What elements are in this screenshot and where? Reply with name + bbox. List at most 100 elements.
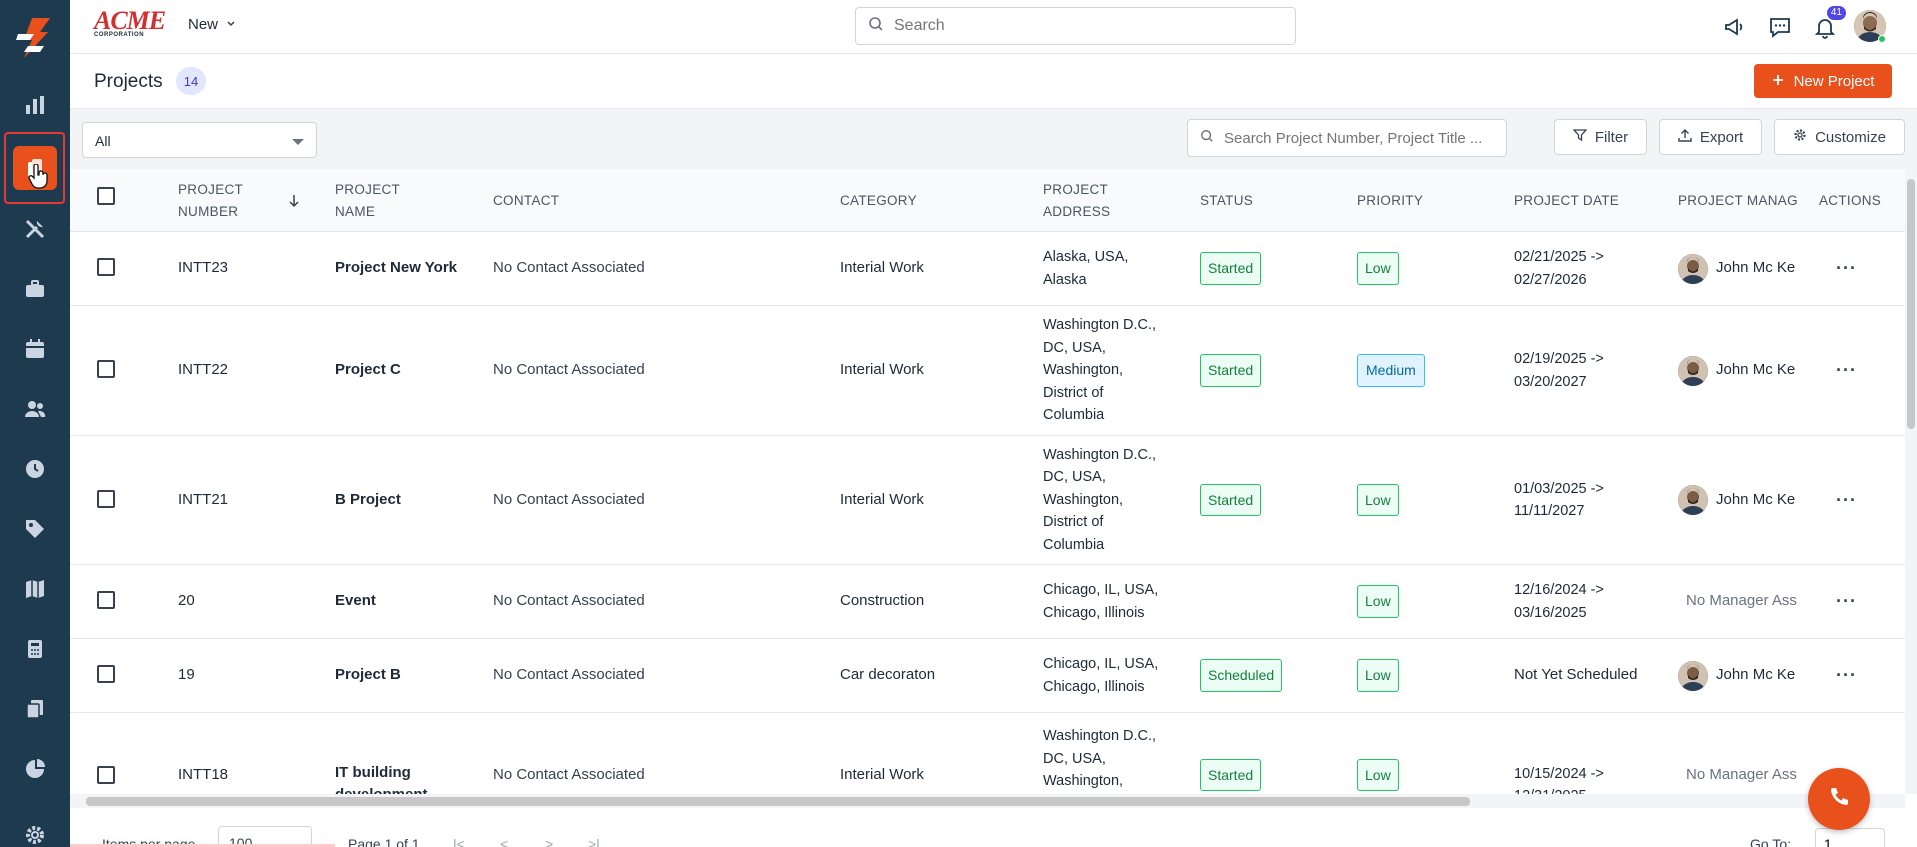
nav-dashboard-icon[interactable] bbox=[10, 80, 60, 130]
nav-settings-icon[interactable] bbox=[10, 810, 60, 847]
row-checkbox[interactable] bbox=[97, 490, 115, 508]
nav-clock-icon[interactable] bbox=[10, 444, 60, 494]
brand-logo[interactable]: ACME CORPORATION bbox=[94, 8, 166, 40]
new-project-label: New Project bbox=[1793, 72, 1875, 90]
chat-icon[interactable] bbox=[1767, 14, 1793, 40]
project-date: 02/19/2025 -> 03/20/2027 bbox=[1514, 306, 1604, 435]
col-project-date[interactable]: PROJECT DATE bbox=[1514, 169, 1619, 232]
more-actions-icon[interactable]: ··· bbox=[1836, 565, 1857, 638]
customize-button[interactable]: Customize bbox=[1774, 119, 1905, 155]
more-actions-icon[interactable]: ··· bbox=[1836, 436, 1857, 564]
col-priority[interactable]: PRIORITY bbox=[1357, 169, 1423, 232]
address-line: District of bbox=[1043, 384, 1104, 401]
filter-button[interactable]: Filter bbox=[1554, 119, 1647, 155]
prev-page-icon[interactable]: < bbox=[500, 836, 508, 847]
new-project-button[interactable]: New Project bbox=[1754, 64, 1892, 98]
select-all-checkbox[interactable] bbox=[97, 187, 115, 205]
vertical-scroll-thumb[interactable] bbox=[1907, 179, 1915, 429]
col-label: CATEGORY bbox=[840, 192, 917, 208]
table-row[interactable]: 20 Event No Contact Associated Construct… bbox=[70, 565, 1905, 639]
nav-calculator-icon[interactable] bbox=[10, 624, 60, 674]
nav-tools-icon[interactable] bbox=[10, 204, 60, 254]
nav-users-icon[interactable] bbox=[10, 384, 60, 434]
row-checkbox[interactable] bbox=[97, 591, 115, 609]
project-name[interactable]: Event bbox=[335, 565, 376, 638]
filter-icon bbox=[1572, 128, 1588, 146]
nav-tag-icon[interactable] bbox=[10, 504, 60, 554]
project-search[interactable] bbox=[1187, 119, 1507, 157]
search-icon bbox=[868, 16, 884, 37]
row-checkbox[interactable] bbox=[97, 258, 115, 276]
horizontal-scroll-thumb[interactable] bbox=[86, 797, 1470, 806]
nav-briefcase-icon[interactable] bbox=[10, 264, 60, 314]
col-status[interactable]: STATUS bbox=[1200, 169, 1253, 232]
export-button[interactable]: Export bbox=[1659, 119, 1762, 155]
project-address: Washington D.C., DC, USA, Washington, bbox=[1043, 713, 1156, 794]
next-page-icon[interactable]: > bbox=[545, 836, 553, 847]
chevron-down-icon bbox=[226, 16, 236, 33]
more-actions-icon[interactable]: ··· bbox=[1836, 306, 1857, 435]
table-row[interactable]: 19 Project B No Contact Associated Car d… bbox=[70, 639, 1905, 713]
new-menu-button[interactable]: New bbox=[188, 16, 236, 33]
col-category[interactable]: CATEGORY bbox=[840, 169, 917, 232]
project-number: INTT18 bbox=[178, 765, 229, 783]
table-header: PROJECT NUMBER PROJECT NAME CONTACT CATEGO… bbox=[70, 169, 1905, 232]
col-project-address[interactable]: PROJECT ADDRESS bbox=[1043, 169, 1110, 232]
col-label: PROJECT MANAG bbox=[1678, 192, 1798, 208]
table-row[interactable]: INTT21 B Project No Contact Associated I… bbox=[70, 436, 1905, 565]
project-name[interactable]: B Project bbox=[335, 436, 401, 564]
global-search[interactable] bbox=[855, 7, 1296, 45]
row-checkbox[interactable] bbox=[97, 665, 115, 683]
col-project-manager[interactable]: PROJECT MANAG bbox=[1678, 169, 1798, 232]
nav-documents-icon[interactable] bbox=[10, 684, 60, 734]
col-label: ACTIONS bbox=[1819, 192, 1882, 208]
project-name[interactable]: Project C bbox=[335, 306, 401, 435]
manager-name: No Manager Ass bbox=[1686, 592, 1797, 610]
col-contact[interactable]: CONTACT bbox=[493, 169, 559, 232]
contact: No Contact Associated bbox=[493, 361, 645, 379]
brand-name: ACME bbox=[94, 6, 166, 35]
address-line: Washington D.C., bbox=[1043, 317, 1157, 334]
contact: No Contact Associated bbox=[493, 259, 645, 277]
app-logo-icon[interactable] bbox=[10, 14, 58, 62]
manager-avatar bbox=[1678, 485, 1708, 515]
bell-icon[interactable]: 41 bbox=[1812, 6, 1846, 40]
customize-label: Customize bbox=[1815, 128, 1886, 146]
phone-call-button[interactable] bbox=[1808, 768, 1870, 830]
goto-page-input[interactable] bbox=[1815, 828, 1885, 847]
global-search-input[interactable] bbox=[894, 17, 1274, 35]
category: Interial Work bbox=[840, 361, 924, 379]
table-row[interactable]: INTT22 Project C No Contact Associated I… bbox=[70, 306, 1905, 436]
last-page-icon[interactable]: >| bbox=[588, 836, 600, 847]
col-project-name[interactable]: PROJECT NAME bbox=[335, 169, 400, 232]
table-row[interactable]: INTT18 IT building development No Contact… bbox=[70, 713, 1905, 794]
row-checkbox[interactable] bbox=[97, 360, 115, 378]
project-name[interactable]: IT building development bbox=[335, 713, 428, 795]
horizontal-scrollbar[interactable] bbox=[70, 794, 1905, 808]
project-name[interactable]: Project New York bbox=[335, 232, 457, 305]
priority-cell: Medium bbox=[1357, 306, 1425, 435]
more-actions-icon[interactable]: ··· bbox=[1836, 232, 1857, 305]
vertical-scrollbar[interactable] bbox=[1905, 169, 1917, 794]
project-search-input[interactable] bbox=[1224, 129, 1494, 147]
priority-cell: Low bbox=[1357, 436, 1399, 564]
nav-calendar-icon[interactable] bbox=[10, 324, 60, 374]
view-filter-select[interactable]: All bbox=[82, 122, 317, 158]
status-cell: Started bbox=[1200, 436, 1262, 564]
nav-reports-icon[interactable] bbox=[10, 744, 60, 794]
address-line: Columbia bbox=[1043, 536, 1105, 553]
first-page-icon[interactable]: |< bbox=[453, 836, 465, 847]
row-checkbox[interactable] bbox=[97, 766, 115, 784]
address-line: Washington, bbox=[1043, 491, 1124, 508]
project-address: Washington D.C., DC, USA, Washington, Di… bbox=[1043, 436, 1156, 564]
status-badge: Scheduled bbox=[1200, 659, 1283, 692]
table-row[interactable]: INTT23 Project New York No Contact Assoc… bbox=[70, 232, 1905, 306]
contact: No Contact Associated bbox=[493, 592, 645, 610]
nav-map-icon[interactable] bbox=[10, 564, 60, 614]
sort-desc-icon[interactable] bbox=[288, 169, 300, 232]
project-name[interactable]: Project B bbox=[335, 639, 401, 712]
more-actions-icon[interactable]: ··· bbox=[1836, 639, 1857, 712]
gear-icon bbox=[1793, 128, 1807, 146]
manager-name: John Mc Ke bbox=[1716, 361, 1796, 379]
megaphone-icon[interactable] bbox=[1722, 14, 1748, 40]
